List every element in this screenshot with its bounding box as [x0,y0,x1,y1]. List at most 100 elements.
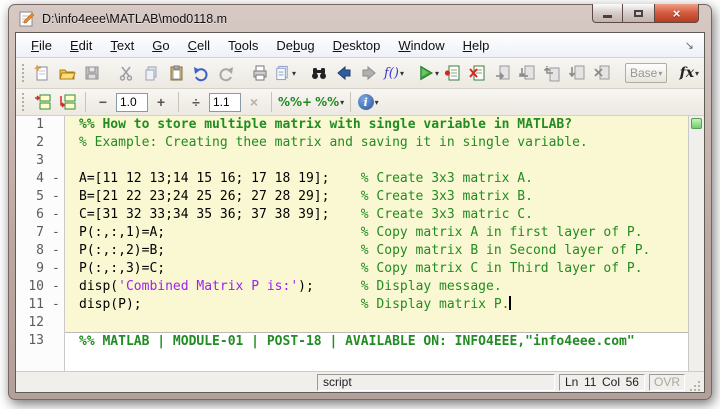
print-button[interactable] [248,62,272,84]
code-line[interactable]: 1 %% How to store multiple matrix with si… [16,116,688,134]
exit-debug-button[interactable] [591,62,615,84]
subtract-rerun-button[interactable]: − [91,91,115,113]
divide-rerun-button[interactable]: ÷ [184,91,208,113]
code-text[interactable]: %% MATLAB | MODULE-01 | POST-18 | AVAILA… [65,332,688,350]
menu-desktop[interactable]: Desktop [324,36,390,55]
insert-function-button[interactable]: f() ▾ [382,62,406,84]
code-line[interactable]: 12 [16,314,688,332]
code-text[interactable]: disp(P); % Display matrix P. [65,296,688,314]
add-amount-input[interactable] [116,92,148,112]
code-text[interactable]: %% How to store multiple matrix with sin… [65,116,688,134]
code-text[interactable] [65,152,688,170]
cut-button[interactable] [114,62,138,84]
overwrite-indicator[interactable]: OVR [649,373,685,391]
code-line[interactable]: 10- disp('Combined Matrix P is:'); % Disp… [16,278,688,296]
toolbar-grip[interactable] [22,64,24,82]
evaluate-cell-advance-button[interactable]: %% ▾ [314,91,345,113]
run-button[interactable]: ▾ [416,62,440,84]
redo-button[interactable] [214,62,238,84]
cell-mode-info-button[interactable]: i ▾ [356,91,380,113]
toolbar-grip[interactable] [22,93,25,111]
evaluate-cell-button[interactable]: %% + [277,91,313,113]
editor-empty-area[interactable] [16,350,688,371]
executable-line-marker[interactable] [50,152,65,170]
dropdown-arrow-icon[interactable]: ▾ [292,69,296,78]
new-script-button[interactable] [30,62,54,84]
code-line[interactable]: 7- P(:,:,1)=A; % Copy matrix A in first l… [16,224,688,242]
executable-line-marker[interactable]: - [50,170,65,188]
code-line[interactable]: 3 [16,152,688,170]
code-line[interactable]: 2 % Example: Creating thee matrix and sav… [16,134,688,152]
code-line[interactable]: 4- A=[11 12 13;14 15 16; 17 18 19]; % Cre… [16,170,688,188]
publish-button[interactable]: ▾ [273,62,297,84]
executable-line-marker[interactable] [50,134,65,152]
code-text[interactable]: C=[31 32 33;34 35 36; 37 38 39]; % Creat… [65,206,688,224]
dock-arrow-icon[interactable]: ↘ [685,39,694,52]
message-indicator-ok[interactable] [691,118,702,129]
code-text[interactable]: P(:,:,1)=A; % Copy matrix A in first lay… [65,224,688,242]
code-text[interactable]: A=[11 12 13;14 15 16; 17 18 19]; % Creat… [65,170,688,188]
resize-grip[interactable] [689,380,701,392]
insert-cell-below-button[interactable] [56,91,80,113]
code-text[interactable]: B=[21 22 23;24 25 26; 27 28 29]; % Creat… [65,188,688,206]
dropdown-arrow-icon[interactable]: ▾ [435,69,439,78]
add-rerun-button[interactable]: + [149,91,173,113]
paste-button[interactable] [164,62,188,84]
executable-line-marker[interactable] [50,116,65,134]
menu-text[interactable]: Text [101,36,143,55]
executable-line-marker[interactable]: - [50,206,65,224]
run-to-cursor-button[interactable] [566,62,590,84]
step-in-button[interactable] [516,62,540,84]
executable-line-marker[interactable] [50,314,65,332]
workspace-select[interactable]: Base ▾ [625,63,668,83]
menu-file[interactable]: File [22,36,61,55]
code-text[interactable]: disp('Combined Matrix P is:'); % Display… [65,278,688,296]
menu-tools[interactable]: Tools [219,36,267,55]
menu-cell[interactable]: Cell [179,36,219,55]
minimize-button[interactable] [592,4,623,23]
executable-line-marker[interactable]: - [50,278,65,296]
close-button[interactable]: × [654,4,699,23]
find-button[interactable] [307,62,331,84]
menu-go[interactable]: Go [143,36,178,55]
code-line[interactable]: 6- C=[31 32 33;34 35 36; 37 38 39]; % Cre… [16,206,688,224]
menu-debug[interactable]: Debug [267,36,323,55]
code-editor[interactable]: 1 %% How to store multiple matrix with si… [16,116,704,371]
copy-button[interactable] [139,62,163,84]
vertical-scrollbar[interactable] [688,116,704,371]
executable-line-marker[interactable] [50,332,65,350]
clear-all-breakpoints-button[interactable] [466,62,490,84]
maximize-button[interactable] [623,4,654,23]
function-browser-button[interactable]: fx ▾ [677,62,701,84]
executable-line-marker[interactable]: - [50,188,65,206]
step-out-button[interactable] [541,62,565,84]
open-file-button[interactable] [55,62,79,84]
code-text[interactable]: P(:,:,3)=C; % Copy matrix C in Third lay… [65,260,688,278]
menu-edit[interactable]: Edit [61,36,101,55]
go-forward-button[interactable] [357,62,381,84]
insert-cell-above-button[interactable] [31,91,55,113]
multiply-rerun-button[interactable]: × [242,91,266,113]
executable-line-marker[interactable]: - [50,260,65,278]
executable-line-marker[interactable]: - [50,242,65,260]
step-button[interactable] [491,62,515,84]
code-line[interactable]: 8- P(:,:,2)=B; % Copy matrix B in Second … [16,242,688,260]
code-line[interactable]: 11- disp(P); % Display matrix P. [16,296,688,314]
save-button[interactable] [80,62,104,84]
undo-button[interactable] [189,62,213,84]
menu-window[interactable]: Window [389,36,453,55]
menu-help[interactable]: Help [454,36,499,55]
multiply-amount-input[interactable] [209,92,241,112]
executable-line-marker[interactable]: - [50,224,65,242]
executable-line-marker[interactable]: - [50,296,65,314]
code-line[interactable]: 9- P(:,:,3)=C; % Copy matrix C in Third l… [16,260,688,278]
title-bar[interactable]: D:\info4eee\MATLAB\mod0118.m × [9,4,711,32]
code-text[interactable]: P(:,:,2)=B; % Copy matrix B in Second la… [65,242,688,260]
code-line[interactable]: 5- B=[21 22 23;24 25 26; 27 28 29]; % Cre… [16,188,688,206]
code-text[interactable]: % Example: Creating thee matrix and savi… [65,134,688,152]
set-clear-breakpoint-button[interactable] [441,62,465,84]
code-line[interactable]: 13 %% MATLAB | MODULE-01 | POST-18 | AVAI… [16,332,688,350]
code-text[interactable] [65,314,688,332]
go-back-button[interactable] [332,62,356,84]
dropdown-arrow-icon[interactable]: ▾ [400,69,404,78]
